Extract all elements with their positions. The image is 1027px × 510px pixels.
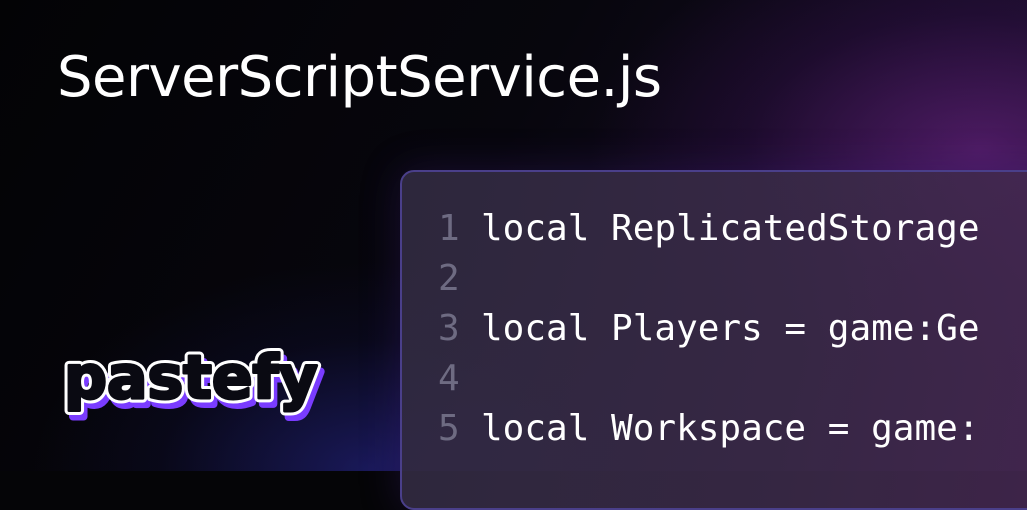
line-number: 5: [438, 408, 460, 449]
code-lines: 1 local ReplicatedStorage 2 3 local Play…: [438, 204, 980, 454]
pastefy-logo: pastefy pastefy pastefy: [60, 339, 326, 424]
page-title: ServerScriptService.js: [57, 45, 662, 110]
line-number: 1: [438, 208, 460, 249]
line-code: local ReplicatedStorage: [481, 208, 980, 249]
line-number: 2: [438, 258, 460, 299]
line-number: 4: [438, 358, 460, 399]
line-code: local Players = game:Ge: [481, 308, 980, 349]
code-line: 2: [438, 254, 980, 304]
code-line: 1 local ReplicatedStorage: [438, 204, 980, 254]
code-editor-panel[interactable]: 1 local ReplicatedStorage 2 3 local Play…: [400, 170, 1027, 510]
line-code: local Workspace = game:: [481, 408, 980, 449]
logo-text: pastefy: [64, 343, 318, 413]
code-line: 3 local Players = game:Ge: [438, 304, 980, 354]
code-line: 4: [438, 354, 980, 404]
line-number: 3: [438, 308, 460, 349]
code-line: 5 local Workspace = game:: [438, 404, 980, 454]
